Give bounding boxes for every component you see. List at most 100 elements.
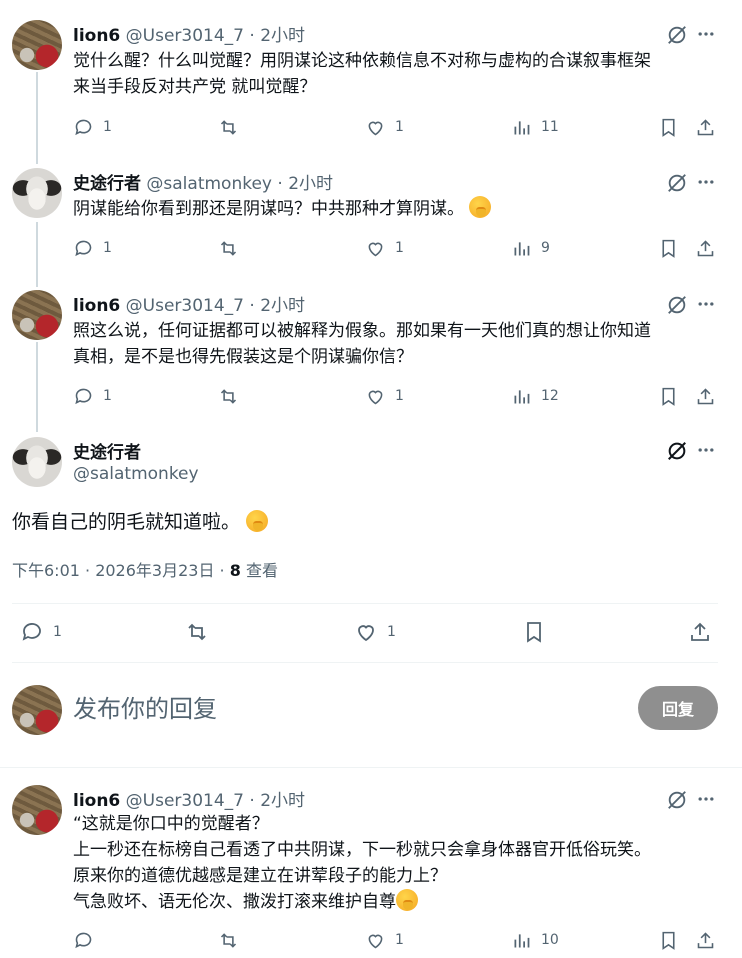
avatar[interactable] [12, 20, 62, 70]
user-handle[interactable]: @User3014_7 [126, 26, 244, 46]
thread-line [36, 72, 38, 164]
like-button[interactable]: 1 [365, 236, 404, 260]
bookmark-button[interactable] [522, 620, 546, 644]
post-timestamp: 下午6:01 · 2026年3月23日 · 8 查看 [12, 561, 278, 580]
display-name[interactable]: lion6 [73, 26, 120, 46]
divider [0, 767, 742, 768]
bookmark-button[interactable] [658, 115, 679, 139]
post-text: 照这么说，任何证据都可以被解释为假象。那如果有一天他们真的想让你知道 真相，是不… [73, 321, 651, 367]
avatar[interactable] [12, 437, 62, 487]
grok-icon[interactable] [666, 440, 688, 462]
more-icon[interactable] [696, 172, 716, 192]
post-time[interactable]: 2小时 [260, 296, 305, 316]
post-time[interactable]: 2小时 [260, 791, 305, 811]
share-icon [697, 931, 714, 948]
repost-button[interactable] [218, 115, 239, 139]
action-bar: 1 1 9 [73, 236, 723, 260]
bar-chart-icon [514, 933, 530, 947]
reply-icon [75, 388, 92, 404]
repost-icon [188, 623, 206, 641]
avatar[interactable] [12, 290, 62, 340]
heart-icon [368, 121, 383, 135]
like-button[interactable]: 1 [354, 620, 396, 644]
heart-icon [368, 934, 383, 948]
grok-icon[interactable] [666, 172, 688, 194]
bookmark-button[interactable] [658, 236, 679, 260]
like-button[interactable]: 1 [365, 928, 404, 952]
divider [12, 603, 718, 604]
divider [12, 662, 718, 663]
share-button[interactable] [695, 928, 716, 952]
user-handle[interactable]: @salatmonkey [73, 464, 199, 484]
reply-button[interactable] [73, 928, 94, 952]
hand-over-mouth-emoji-icon [246, 510, 269, 532]
display-name[interactable]: lion6 [73, 296, 120, 316]
display-name[interactable]: 史途行者 [73, 438, 141, 463]
user-handle[interactable]: @User3014_7 [126, 791, 244, 811]
heart-icon [358, 625, 374, 642]
repost-icon [220, 932, 237, 948]
action-bar: 1 1 [20, 620, 720, 644]
reply-button[interactable]: 1 [73, 384, 112, 408]
reply-icon [22, 623, 41, 641]
reply-icon [75, 240, 92, 256]
bookmark-button[interactable] [658, 928, 679, 952]
bookmark-icon [662, 118, 675, 137]
repost-button[interactable] [185, 620, 209, 644]
display-name[interactable]: 史途行者 [73, 174, 141, 194]
bar-chart-icon [514, 241, 530, 255]
share-icon [697, 239, 714, 256]
more-icon[interactable] [696, 789, 716, 809]
bar-chart-icon [514, 389, 530, 403]
user-handle[interactable]: @User3014_7 [126, 296, 244, 316]
share-button[interactable] [695, 236, 716, 260]
post-time[interactable]: 2小时 [260, 26, 305, 46]
user-handle[interactable]: @salatmonkey [146, 174, 272, 194]
share-button[interactable] [695, 384, 716, 408]
repost-button[interactable] [218, 928, 239, 952]
avatar [12, 685, 62, 735]
repost-button[interactable] [218, 384, 239, 408]
share-button[interactable] [695, 115, 716, 139]
post-text: 你看自己的阴毛就知道啦。 [12, 507, 269, 534]
like-button[interactable]: 1 [365, 115, 404, 139]
repost-icon [220, 119, 237, 135]
grok-icon[interactable] [666, 789, 688, 811]
post-time[interactable]: 2小时 [288, 174, 333, 194]
action-bar: 1 10 [73, 928, 723, 952]
reply-icon [75, 932, 92, 948]
reply-submit-button[interactable]: 回复 [638, 686, 718, 730]
reply-input[interactable]: 发布你的回复 [73, 689, 217, 724]
reply-icon [75, 119, 92, 135]
repost-button[interactable] [218, 236, 239, 260]
action-bar: 1 1 11 [73, 115, 723, 139]
share-icon [697, 118, 714, 135]
heart-icon [368, 242, 383, 256]
avatar[interactable] [12, 785, 62, 835]
views-button[interactable]: 12 [511, 384, 559, 408]
more-icon[interactable] [696, 294, 716, 314]
heart-icon [368, 390, 383, 404]
repost-icon [220, 388, 237, 404]
bookmark-icon [662, 239, 675, 258]
views-button[interactable]: 10 [511, 928, 559, 952]
more-icon[interactable] [696, 440, 716, 460]
views-button[interactable]: 11 [511, 115, 559, 139]
repost-icon [220, 240, 237, 256]
grok-icon[interactable] [666, 294, 688, 316]
share-icon [697, 387, 714, 404]
hand-over-mouth-emoji-icon [396, 889, 418, 911]
avatar[interactable] [12, 168, 62, 218]
thread-line [36, 342, 38, 432]
display-name[interactable]: lion6 [73, 791, 120, 811]
reply-button[interactable]: 1 [73, 115, 112, 139]
grok-icon[interactable] [666, 24, 688, 46]
like-button[interactable]: 1 [365, 384, 404, 408]
reply-button[interactable]: 1 [73, 236, 112, 260]
views-button[interactable]: 9 [511, 236, 550, 260]
share-button[interactable] [688, 620, 712, 644]
more-icon[interactable] [696, 24, 716, 44]
bookmark-button[interactable] [658, 384, 679, 408]
reply-button[interactable]: 1 [20, 620, 62, 644]
post-text: “这就是你口中的觉醒者？ 上一秒还在标榜自己看透了中共阴谋，下一秒就只会拿身体器… [73, 814, 651, 912]
